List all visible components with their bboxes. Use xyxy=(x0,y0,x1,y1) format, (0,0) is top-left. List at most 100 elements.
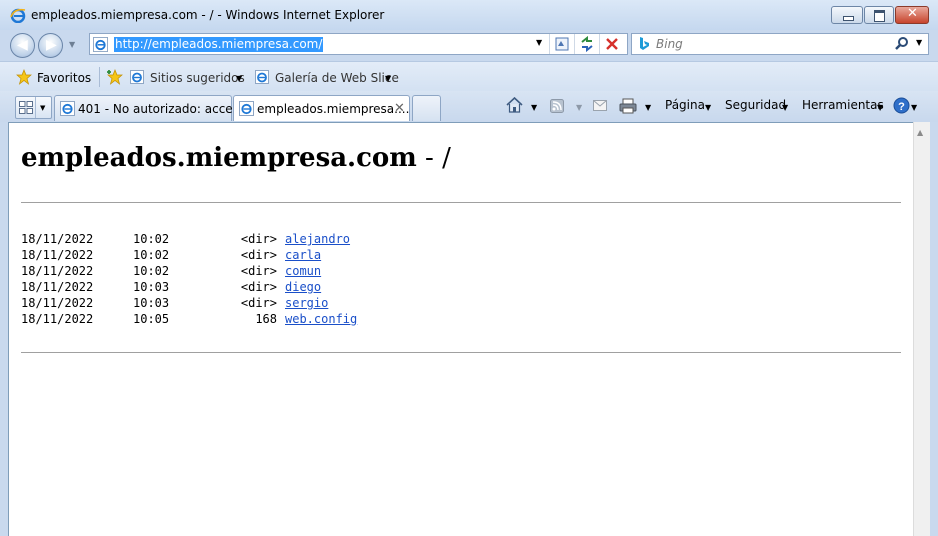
ie-page-icon xyxy=(255,70,269,84)
entry-date: 18/11/2022 xyxy=(21,280,94,294)
entry-date: 18/11/2022 xyxy=(21,312,94,326)
svg-text:?: ? xyxy=(898,101,905,113)
tab-bar: ▼ 401 - No autorizado: acces... empleado… xyxy=(0,91,938,122)
entry-date: 18/11/2022 xyxy=(21,248,94,262)
entry-link[interactable]: comun xyxy=(285,264,321,278)
entry-link[interactable]: alejandro xyxy=(285,232,350,246)
scroll-up-icon[interactable]: ▲ xyxy=(917,128,923,137)
minimize-button[interactable] xyxy=(831,6,863,24)
page-menu[interactable]: Página xyxy=(665,98,705,112)
feed-icon[interactable] xyxy=(550,99,564,113)
bing-icon xyxy=(640,37,649,50)
tab-label: empleados.miempresa.... xyxy=(257,102,410,116)
mail-icon[interactable] xyxy=(593,100,607,111)
stop-icon[interactable] xyxy=(604,36,620,52)
ie-page-icon xyxy=(93,37,108,52)
entry-size: <dir> xyxy=(240,296,277,310)
forward-icon: ▶ xyxy=(46,37,57,53)
chevron-down-icon[interactable]: ▼ xyxy=(385,74,391,83)
entry-link[interactable]: carla xyxy=(285,248,321,262)
entry-time: 10:03 xyxy=(133,280,170,294)
divider xyxy=(599,34,600,54)
address-field[interactable]: http://empleados.miempresa.com/ ▼ xyxy=(89,33,628,55)
entry-link[interactable]: web.config xyxy=(285,312,357,326)
chevron-down-icon[interactable]: ▼ xyxy=(877,103,883,112)
chevron-down-icon[interactable]: ▼ xyxy=(911,103,917,112)
window-title: empleados.miempresa.com - / - Windows In… xyxy=(31,8,385,22)
back-icon: ◀ xyxy=(17,37,28,53)
suggested-sites-link[interactable]: Sitios sugeridos xyxy=(150,71,245,85)
home-icon[interactable] xyxy=(506,97,523,113)
entry-time: 10:05 xyxy=(133,312,170,326)
chevron-down-icon[interactable]: ▼ xyxy=(782,103,788,112)
divider xyxy=(21,202,901,203)
new-tab-button[interactable] xyxy=(412,95,441,121)
title-bar: empleados.miempresa.com - / - Windows In… xyxy=(0,0,938,30)
security-menu[interactable]: Seguridad xyxy=(725,98,786,112)
vertical-scrollbar[interactable]: ▲ xyxy=(913,122,930,536)
entry-size: <dir> xyxy=(240,232,277,246)
maximize-button[interactable] xyxy=(864,6,894,24)
chevron-down-icon[interactable]: ▼ xyxy=(236,74,242,83)
back-button[interactable]: ◀ xyxy=(10,33,35,58)
divider xyxy=(549,34,550,54)
page-title: empleados.miempresa.com - / xyxy=(21,143,451,173)
divider xyxy=(35,97,36,118)
ie-page-icon xyxy=(239,101,254,116)
chevron-down-icon[interactable]: ▼ xyxy=(531,103,537,112)
page-title-path: - / xyxy=(416,143,451,173)
tab-list-dropdown[interactable]: ▼ xyxy=(40,104,45,112)
search-field[interactable]: Bing ▼ xyxy=(631,33,929,55)
entry-link[interactable]: diego xyxy=(285,280,321,294)
tools-menu[interactable]: Herramientas xyxy=(802,98,884,112)
tab-unauthorized[interactable]: 401 - No autorizado: acces... xyxy=(54,95,250,121)
favorites-bar: Favoritos Sitios sugeridos ▼ Galería de … xyxy=(0,61,938,92)
favorites-star-icon[interactable] xyxy=(16,69,32,85)
entry-size: <dir> xyxy=(240,248,277,262)
window-frame xyxy=(930,122,938,536)
address-toolbar: ◀ ▶ ▼ http://empleados.miempresa.com/ ▼ xyxy=(0,30,938,61)
entry-size: 168 xyxy=(255,312,277,326)
refresh-icon[interactable] xyxy=(579,36,595,52)
favorites-button[interactable]: Favoritos xyxy=(37,71,91,85)
entry-time: 10:03 xyxy=(133,296,170,310)
entry-size: <dir> xyxy=(240,280,277,294)
entry-size: <dir> xyxy=(240,264,277,278)
chevron-down-icon[interactable]: ▼ xyxy=(645,103,651,112)
search-icon[interactable] xyxy=(894,36,910,52)
recent-pages-dropdown[interactable]: ▼ xyxy=(69,40,75,49)
tab-empleados[interactable]: empleados.miempresa.... ✕ xyxy=(233,95,410,121)
tab-label: 401 - No autorizado: acces... xyxy=(78,102,251,116)
web-slice-gallery-link[interactable]: Galería de Web Slice xyxy=(275,71,399,85)
address-dropdown[interactable]: ▼ xyxy=(536,38,542,47)
close-tab-icon[interactable]: ✕ xyxy=(394,101,405,116)
entry-date: 18/11/2022 xyxy=(21,232,94,246)
divider xyxy=(21,352,901,353)
print-icon[interactable] xyxy=(619,98,637,114)
minimize-icon xyxy=(843,16,854,21)
divider xyxy=(99,67,100,87)
address-url[interactable]: http://empleados.miempresa.com/ xyxy=(114,37,324,52)
close-window-button[interactable]: ✕ xyxy=(895,6,929,24)
ie-page-icon xyxy=(60,101,75,116)
add-favorite-icon[interactable] xyxy=(106,69,124,85)
forward-button[interactable]: ▶ xyxy=(38,33,63,58)
close-icon: ✕ xyxy=(907,6,918,21)
entry-link[interactable]: sergio xyxy=(285,296,328,310)
entry-date: 18/11/2022 xyxy=(21,296,94,310)
search-placeholder: Bing xyxy=(656,37,683,51)
ie-icon xyxy=(10,8,26,23)
page-content: empleados.miempresa.com - / 18/11/2022 1… xyxy=(8,122,913,536)
chevron-down-icon[interactable]: ▼ xyxy=(705,103,711,112)
chevron-down-icon[interactable]: ▼ xyxy=(576,103,582,112)
entry-date: 18/11/2022 xyxy=(21,264,94,278)
entry-time: 10:02 xyxy=(133,248,170,262)
search-provider-dropdown[interactable]: ▼ xyxy=(916,38,922,47)
help-icon[interactable]: ? xyxy=(893,97,910,114)
page-title-host: empleados.miempresa.com xyxy=(21,143,417,173)
entry-time: 10:02 xyxy=(133,232,170,246)
quick-tabs-button[interactable]: ▼ xyxy=(15,96,52,119)
compat-view-icon[interactable] xyxy=(555,37,569,51)
restore-icon xyxy=(874,10,885,22)
ie-page-icon xyxy=(130,70,144,84)
